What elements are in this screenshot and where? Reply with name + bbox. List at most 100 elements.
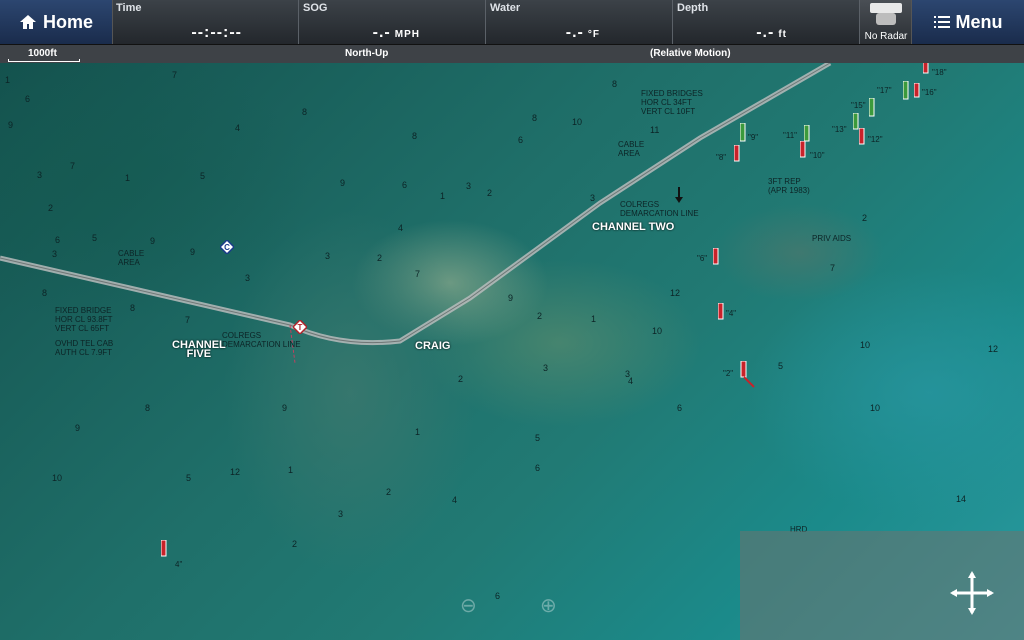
- label-craig: CRAIG: [415, 340, 451, 352]
- green-buoy[interactable]: [739, 122, 746, 148]
- marker-t[interactable]: T: [291, 318, 309, 339]
- depth-sounding: 9: [340, 178, 346, 188]
- buoy-label-13: "13": [832, 125, 847, 134]
- depth-sounding: 3: [338, 509, 344, 519]
- cursor-panel[interactable]: [740, 531, 1024, 640]
- depth-sounding: 1: [288, 465, 294, 475]
- depth-sounding: 8: [412, 131, 418, 141]
- depth-sounding: 8: [130, 303, 136, 313]
- depth-sounding: 6: [677, 403, 683, 413]
- buoy-label-8: "8": [716, 153, 727, 162]
- depth-cell[interactable]: Depth -.- ft: [673, 0, 860, 44]
- depth-sounding: 5: [92, 233, 98, 243]
- depth-sounding: 3: [543, 363, 549, 373]
- depth-sounding: 5: [535, 433, 541, 443]
- depth-sounding: 5: [200, 171, 206, 181]
- menu-label: Menu: [955, 11, 1003, 32]
- label-fixed-bridge: FIXED BRIDGE HOR CL 93.8FT VERT CL 65FT: [55, 306, 113, 333]
- red-buoy[interactable]: [858, 127, 865, 151]
- buoy-label-9: "9": [748, 133, 759, 142]
- radar-status[interactable]: No Radar: [860, 0, 913, 44]
- orientation-label[interactable]: North-Up: [345, 48, 388, 59]
- depth-sounding: 3: [52, 249, 58, 259]
- depth-sounding: 2: [48, 203, 54, 213]
- red-buoy[interactable]: [712, 247, 719, 271]
- water-unit: °F: [587, 29, 600, 40]
- label-channel-five: CHANNEL FIVE: [172, 339, 226, 360]
- time-label: Time: [116, 2, 142, 14]
- depth-sounding: 6: [495, 591, 501, 601]
- home-button[interactable]: Home: [0, 0, 113, 44]
- depth-sounding: 6: [402, 180, 408, 190]
- depth-sounding: 7: [830, 263, 836, 273]
- depth-sounding: 12: [670, 288, 681, 298]
- depth-label: Depth: [677, 2, 709, 14]
- label-cable-area: CABLE AREA: [618, 140, 645, 158]
- sog-cell[interactable]: SOG -.- MPH: [299, 0, 486, 44]
- svg-text:C: C: [224, 243, 230, 252]
- scale-label: 1000ft: [28, 48, 57, 59]
- zoom-out-icon[interactable]: ⊖: [460, 593, 477, 618]
- depth-sounding: 1: [5, 75, 11, 85]
- radar-label: No Radar: [864, 31, 908, 42]
- buoy-label-4: "4": [726, 309, 737, 318]
- motion-label[interactable]: (Relative Motion): [650, 48, 731, 59]
- marker-c[interactable]: C: [218, 238, 236, 259]
- buoy-label-12: "12": [868, 135, 883, 144]
- depth-sounding: 6: [25, 94, 31, 104]
- sog-unit: MPH: [394, 29, 420, 40]
- buoy-label-2: "2": [723, 369, 734, 378]
- depth-sounding: 10: [860, 340, 871, 350]
- depth-sounding: 8: [302, 107, 308, 117]
- depth-sounding: 4: [235, 123, 241, 133]
- red-buoy[interactable]: [799, 140, 806, 164]
- depth-sounding: 3: [466, 181, 472, 191]
- depth-sounding: 1: [125, 173, 131, 183]
- depth-sounding: 2: [458, 374, 464, 384]
- menu-icon: [933, 16, 950, 28]
- label-channel-two: CHANNEL TWO: [592, 221, 675, 233]
- chart-map[interactable]: FIXED BRIDGES HOR CL 34FT VERT CL 10FT C…: [0, 63, 1024, 640]
- red-buoy[interactable]: [740, 360, 756, 394]
- red-buoy[interactable]: [160, 539, 167, 563]
- depth-sounding: 4: [628, 376, 634, 386]
- buoy-label-16: "16": [922, 88, 937, 97]
- buoy-label-11: "11": [783, 131, 797, 140]
- buoy-label-4-west: 4": [175, 560, 183, 569]
- red-buoy[interactable]: [922, 63, 929, 80]
- buoy-label-17: "17": [877, 86, 892, 95]
- depth-sounding: 3: [590, 193, 596, 203]
- green-buoy[interactable]: [868, 97, 875, 123]
- status-bar: 1000ft North-Up (Relative Motion): [0, 45, 1024, 63]
- arrow-marker[interactable]: [675, 187, 683, 208]
- red-buoy[interactable]: [733, 144, 740, 168]
- menu-button[interactable]: Menu: [911, 0, 1024, 44]
- depth-sounding: 7: [415, 269, 421, 279]
- depth-sounding: 8: [42, 288, 48, 298]
- green-buoy[interactable]: [902, 80, 909, 106]
- red-buoy[interactable]: [913, 82, 920, 104]
- depth-sounding: 6: [55, 235, 61, 245]
- label-colregs-w: COLREGS DEMARCATION LINE: [222, 331, 301, 349]
- buoy-label-15: "15": [851, 101, 866, 110]
- depth-sounding: 9: [508, 293, 514, 303]
- depth-sounding: 2: [386, 487, 392, 497]
- svg-text:T: T: [298, 323, 303, 332]
- depth-sounding: 9: [8, 120, 14, 130]
- depth-sounding: 2: [862, 213, 868, 223]
- red-buoy[interactable]: [717, 302, 724, 326]
- time-cell[interactable]: Time --:--:--: [112, 0, 299, 44]
- depth-sounding: 9: [282, 403, 288, 413]
- zoom-in-icon[interactable]: ⊕: [540, 593, 557, 618]
- label-fixed-bridges: FIXED BRIDGES HOR CL 34FT VERT CL 10FT: [641, 89, 703, 116]
- depth-sounding: 4: [452, 495, 458, 505]
- depth-sounding: 2: [537, 311, 543, 321]
- depth-sounding: 6: [518, 135, 524, 145]
- depth-sounding: 5: [186, 473, 192, 483]
- depth-sounding: 2: [377, 253, 383, 263]
- depth-sounding: 3: [37, 170, 43, 180]
- depth-sounding: 9: [75, 423, 81, 433]
- crosshair-icon[interactable]: [950, 571, 994, 615]
- depth-unit: ft: [778, 29, 787, 40]
- water-cell[interactable]: Water -.- °F: [486, 0, 673, 44]
